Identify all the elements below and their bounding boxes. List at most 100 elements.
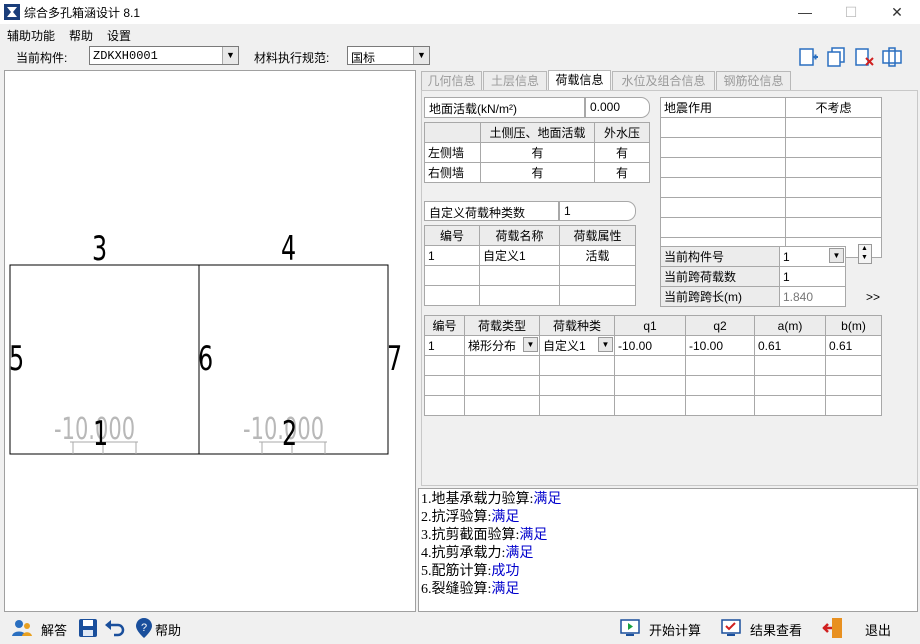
row-label: 右侧墙	[424, 162, 481, 183]
span-length-value: 1.840	[779, 286, 846, 307]
window-title: 综合多孔箱涵设计 8.1	[24, 6, 141, 20]
tab-rebar[interactable]: 钢筋砼信息	[716, 71, 791, 91]
structure-drawing[interactable]: 3 4 5 6 7 -10.000 -10.000 1 2	[4, 70, 416, 612]
spin-control[interactable]: ▲ ▼	[858, 244, 872, 264]
member-label-6: 6	[198, 339, 214, 379]
result-item: 4.抗剪承载力:满足	[421, 546, 534, 561]
table-cell[interactable]: 有	[480, 162, 595, 183]
view-results-button[interactable]: 结果查看	[750, 620, 802, 639]
chevron-down-icon[interactable]: ▼	[829, 248, 844, 263]
copy-component-icon[interactable]	[825, 46, 847, 68]
custom-count-label: 自定义荷载种类数	[424, 201, 559, 221]
load-count-input[interactable]: 1	[779, 266, 846, 287]
table-cell[interactable]: 有	[480, 142, 595, 163]
custom-count-input[interactable]: 1	[559, 201, 636, 221]
ground-live-label: 地面活载(kN/m²)	[424, 97, 585, 118]
results-panel: 1.地基承载力验算:满足 2.抗浮验算:满足 3.抗剪截面验算:满足 4.抗剪承…	[418, 488, 918, 612]
maximize-button[interactable]: ☐	[828, 0, 874, 24]
standard-label: 材料执行规范:	[254, 51, 330, 65]
table-cell[interactable]: -10.00	[685, 335, 755, 356]
start-calc-icon[interactable]	[619, 617, 641, 639]
seismic-label: 地震作用	[660, 97, 786, 118]
component-select[interactable]: ZDKXH0001 ▼	[89, 46, 239, 65]
answer-button[interactable]: 解答	[41, 620, 67, 639]
component-label: 当前构件:	[16, 51, 68, 65]
standard-select[interactable]: 国标 ▼	[347, 46, 430, 65]
table-cell[interactable]: 有	[594, 162, 650, 183]
load-count-label: 当前跨荷载数	[660, 266, 780, 287]
table-cell: 1	[424, 245, 480, 266]
table-cell[interactable]: -10.00	[614, 335, 686, 356]
table-cell[interactable]: 自定义1	[479, 245, 560, 266]
table-header: 荷载类型	[464, 315, 540, 336]
table-cell[interactable]: 0.61	[825, 335, 882, 356]
load-kind-select[interactable]: 自定义1 ▼	[539, 335, 615, 356]
view-results-icon[interactable]	[720, 617, 742, 639]
expand-button[interactable]: >>	[866, 290, 880, 304]
spin-up-icon[interactable]: ▲	[861, 245, 868, 252]
menu-tools[interactable]: 辅助功能	[7, 27, 55, 44]
table-cell[interactable]: 0.61	[754, 335, 826, 356]
table-header: b(m)	[825, 315, 882, 336]
table-row: 1 梯形分布 ▼ 自定义1 ▼ -10.00 -10.00 0.61 0.61	[424, 335, 882, 356]
help-icon[interactable]: ?	[133, 617, 155, 639]
table-header: q1	[614, 315, 686, 336]
close-button[interactable]: ✕	[874, 0, 920, 24]
spin-down-icon[interactable]: ▼	[861, 254, 868, 261]
load-type-value: 梯形分布	[468, 339, 517, 353]
load-kind-value: 自定义1	[543, 339, 586, 353]
start-calc-button[interactable]: 开始计算	[649, 620, 701, 639]
table-header: a(m)	[754, 315, 826, 336]
table-header: 土侧压、地面活载	[480, 122, 595, 143]
span-length-label: 当前跨跨长(m)	[660, 286, 780, 307]
result-item: 1.地基承载力验算:满足	[421, 492, 562, 507]
exit-button[interactable]: 退出	[865, 620, 891, 639]
seismic-value[interactable]: 不考虑	[785, 97, 882, 118]
chevron-down-icon[interactable]: ▼	[523, 337, 538, 352]
add-component-icon[interactable]	[797, 46, 819, 68]
component-no-value: 1	[783, 249, 790, 264]
member-label-4: 4	[281, 229, 297, 269]
chevron-down-icon[interactable]: ▼	[413, 47, 429, 64]
load-type-select[interactable]: 梯形分布 ▼	[464, 335, 540, 356]
component-value: ZDKXH0001	[93, 49, 158, 63]
table-cell[interactable]: 活载	[559, 245, 636, 266]
member-label-7: 7	[387, 339, 403, 379]
span-info-table: 当前构件号 1 ▼ 当前跨荷载数 1 当前跨跨长(m) 1.840	[660, 246, 846, 307]
ground-live-input[interactable]: 0.000	[585, 97, 650, 118]
table-header: 荷载种类	[539, 315, 615, 336]
table-header: 编号	[424, 315, 465, 336]
custom-load-table: 编号 荷载名称 荷载属性 1 自定义1 活载	[424, 225, 636, 306]
member-label-5: 5	[9, 339, 25, 379]
tab-water[interactable]: 水位及组合信息	[612, 71, 715, 91]
delete-component-icon[interactable]	[853, 46, 875, 68]
chevron-down-icon[interactable]: ▼	[222, 47, 238, 64]
standard-value: 国标	[351, 51, 376, 65]
table-header: 荷载名称	[479, 225, 560, 246]
result-item: 3.抗剪截面验算:满足	[421, 528, 548, 543]
tab-soil[interactable]: 土层信息	[483, 71, 547, 91]
menu-settings[interactable]: 设置	[107, 27, 131, 44]
view-component-icon[interactable]	[881, 46, 903, 68]
chevron-down-icon[interactable]: ▼	[598, 337, 613, 352]
undo-icon[interactable]	[104, 617, 126, 639]
table-cell[interactable]: 有	[594, 142, 650, 163]
row-label: 左侧墙	[424, 142, 481, 163]
menu-help[interactable]: 帮助	[69, 27, 93, 44]
tab-geometry[interactable]: 几何信息	[421, 71, 482, 91]
save-icon[interactable]	[77, 617, 99, 639]
table-header: q2	[685, 315, 755, 336]
component-no-label: 当前构件号	[660, 246, 780, 267]
seismic-table: 地震作用 不考虑	[660, 97, 882, 258]
title-bar: 综合多孔箱涵设计 8.1 — ☐ ✕	[0, 0, 920, 24]
help-button[interactable]: 帮助	[155, 620, 181, 639]
tab-load[interactable]: 荷载信息	[548, 70, 611, 91]
table-row: 左侧墙 有 有	[424, 142, 650, 163]
table-header: 编号	[424, 225, 480, 246]
component-no-select[interactable]: 1 ▼	[779, 246, 846, 267]
user-answer-icon[interactable]	[11, 617, 33, 639]
minimize-button[interactable]: —	[782, 0, 828, 24]
exit-icon[interactable]	[822, 617, 844, 639]
table-row: 右侧墙 有 有	[424, 162, 650, 183]
result-item: 5.配筋计算:成功	[421, 564, 520, 579]
